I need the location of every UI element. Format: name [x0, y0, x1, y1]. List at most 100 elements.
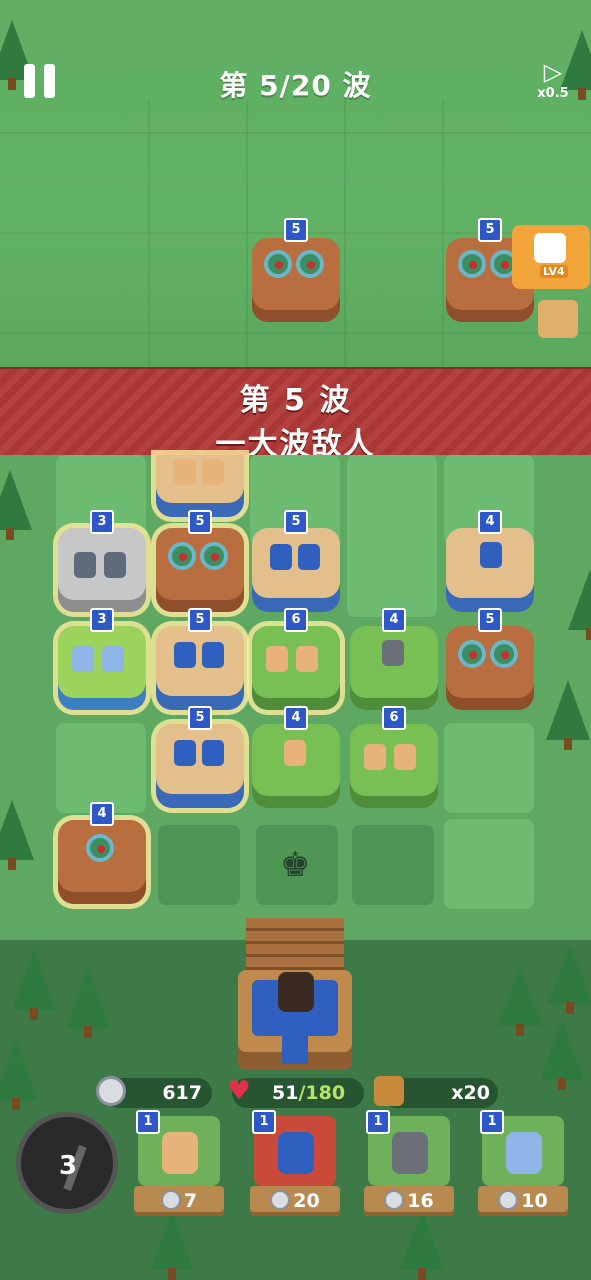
tree	[0, 800, 34, 870]
archer-camp-tile[interactable]: 5	[156, 706, 244, 808]
tree	[66, 968, 110, 1038]
shovel-count: 3	[59, 1151, 78, 1181]
unit-card-bandana[interactable]: 1 20	[250, 1110, 340, 1217]
level-badge: 4	[478, 510, 502, 534]
coin-value: 617	[162, 1082, 202, 1104]
trap-icon	[86, 834, 114, 862]
bandana-soldier-icon	[298, 544, 320, 570]
tree	[546, 680, 590, 750]
card-cost: 20	[250, 1186, 340, 1216]
barracks-tile[interactable]	[156, 455, 244, 517]
archer-camp-tile[interactable]: 5	[252, 510, 340, 612]
knight-icon	[74, 552, 96, 578]
shovel-button[interactable]: 3	[16, 1112, 118, 1214]
tree	[150, 1210, 194, 1280]
stairs	[282, 1034, 308, 1064]
unit-card-rabbit[interactable]: 1 10	[478, 1110, 568, 1217]
level-badge: 6	[382, 706, 406, 730]
level-badge: 5	[284, 510, 308, 534]
wave-counter: 第 5/20 波	[219, 69, 372, 102]
basket-counter: x20	[374, 1076, 498, 1108]
banner-wave-title: 第 5 波	[239, 383, 352, 418]
card-level: 1	[252, 1110, 276, 1134]
card-cost: 16	[364, 1186, 454, 1216]
card-level: 1	[136, 1110, 160, 1134]
bandana-soldier-icon	[174, 740, 196, 766]
warrior-camp-tile[interactable]: 4	[252, 706, 340, 808]
trap-icon	[458, 250, 486, 278]
archer-camp-tile[interactable]: 5	[156, 608, 244, 710]
tree	[0, 1040, 38, 1110]
knight-icon	[104, 552, 126, 578]
fruit-basket-icon	[374, 1076, 404, 1106]
warrior-icon	[296, 646, 318, 672]
empty-slot[interactable]	[352, 825, 434, 905]
tree	[498, 966, 542, 1036]
trap-icon	[200, 542, 228, 570]
enemy-spawn-tile[interactable]: 5	[252, 218, 340, 322]
soldier-icon	[174, 459, 196, 485]
trap-icon	[296, 250, 324, 278]
coin-icon	[160, 1190, 181, 1210]
bandana-soldier-icon	[174, 642, 196, 668]
trap-tile[interactable]: 5	[156, 510, 244, 612]
soldier-icon	[202, 459, 224, 485]
speed-button[interactable]: ▷ x0.5	[528, 58, 578, 101]
hp-max: /180	[298, 1082, 346, 1104]
hero-level-label: LV4	[540, 265, 568, 278]
coin-icon	[270, 1190, 291, 1210]
level-badge: 5	[188, 608, 212, 632]
level-badge: 5	[284, 218, 308, 242]
trap-tile[interactable]: 4	[58, 802, 146, 904]
bandana-soldier-icon	[480, 542, 502, 568]
tree	[548, 944, 591, 1014]
coin-counter: 617	[96, 1076, 212, 1108]
rabbit-soldier-icon	[102, 646, 124, 672]
wave-banner: 第 5 波 一大波敌人	[0, 367, 591, 462]
warrior-icon	[364, 744, 386, 770]
basket-value: x20	[451, 1082, 490, 1104]
level-badge: 6	[284, 608, 308, 632]
top-hud: 第 5/20 波 ▷ x0.5	[0, 56, 591, 116]
miner-camp-tile[interactable]: 4	[350, 608, 438, 710]
backpack-icon	[534, 233, 566, 263]
hero-level-badge[interactable]: LV4	[512, 225, 590, 289]
warrior-camp-tile[interactable]: 6	[350, 706, 438, 808]
trap-icon	[168, 542, 196, 570]
bandana-soldier-icon	[270, 544, 292, 570]
tree	[540, 1020, 584, 1090]
trap-icon	[458, 640, 486, 668]
level-badge: 3	[90, 608, 114, 632]
knight-fort-tile[interactable]: 3	[58, 510, 146, 612]
king-castle[interactable]	[238, 970, 352, 1070]
coin-icon	[384, 1190, 405, 1210]
miner-hero-icon	[538, 300, 578, 338]
level-badge: 4	[382, 608, 406, 632]
tree	[12, 950, 56, 1020]
card-cost: 10	[478, 1186, 568, 1216]
heart-icon: ♥	[227, 1076, 251, 1106]
hp-current: 51	[272, 1082, 299, 1104]
warrior-camp-tile[interactable]: 6	[252, 608, 340, 710]
rabbit-camp-tile[interactable]: 3	[58, 608, 146, 710]
bandana-soldier-icon	[202, 642, 224, 668]
king-slot[interactable]: ♚	[256, 825, 338, 905]
trap-icon	[490, 640, 518, 668]
bandana-soldier-icon	[202, 740, 224, 766]
speed-label: x0.5	[537, 86, 569, 101]
tree	[568, 570, 591, 640]
rabbit-soldier-icon	[72, 646, 94, 672]
tree	[0, 470, 32, 540]
unit-card-warrior[interactable]: 1 7	[134, 1110, 224, 1217]
crown-icon: ♚	[280, 845, 311, 885]
level-badge: 4	[284, 706, 308, 730]
archer-camp-tile[interactable]: 4	[446, 510, 534, 612]
coin-icon	[96, 1076, 126, 1106]
king-icon	[278, 972, 314, 1012]
trap-tile[interactable]: 5	[446, 608, 534, 710]
card-level: 1	[366, 1110, 390, 1134]
empty-slot[interactable]	[158, 825, 240, 905]
level-badge: 5	[478, 608, 502, 632]
unit-card-miner[interactable]: 1 16	[364, 1110, 454, 1217]
level-badge: 5	[188, 510, 212, 534]
